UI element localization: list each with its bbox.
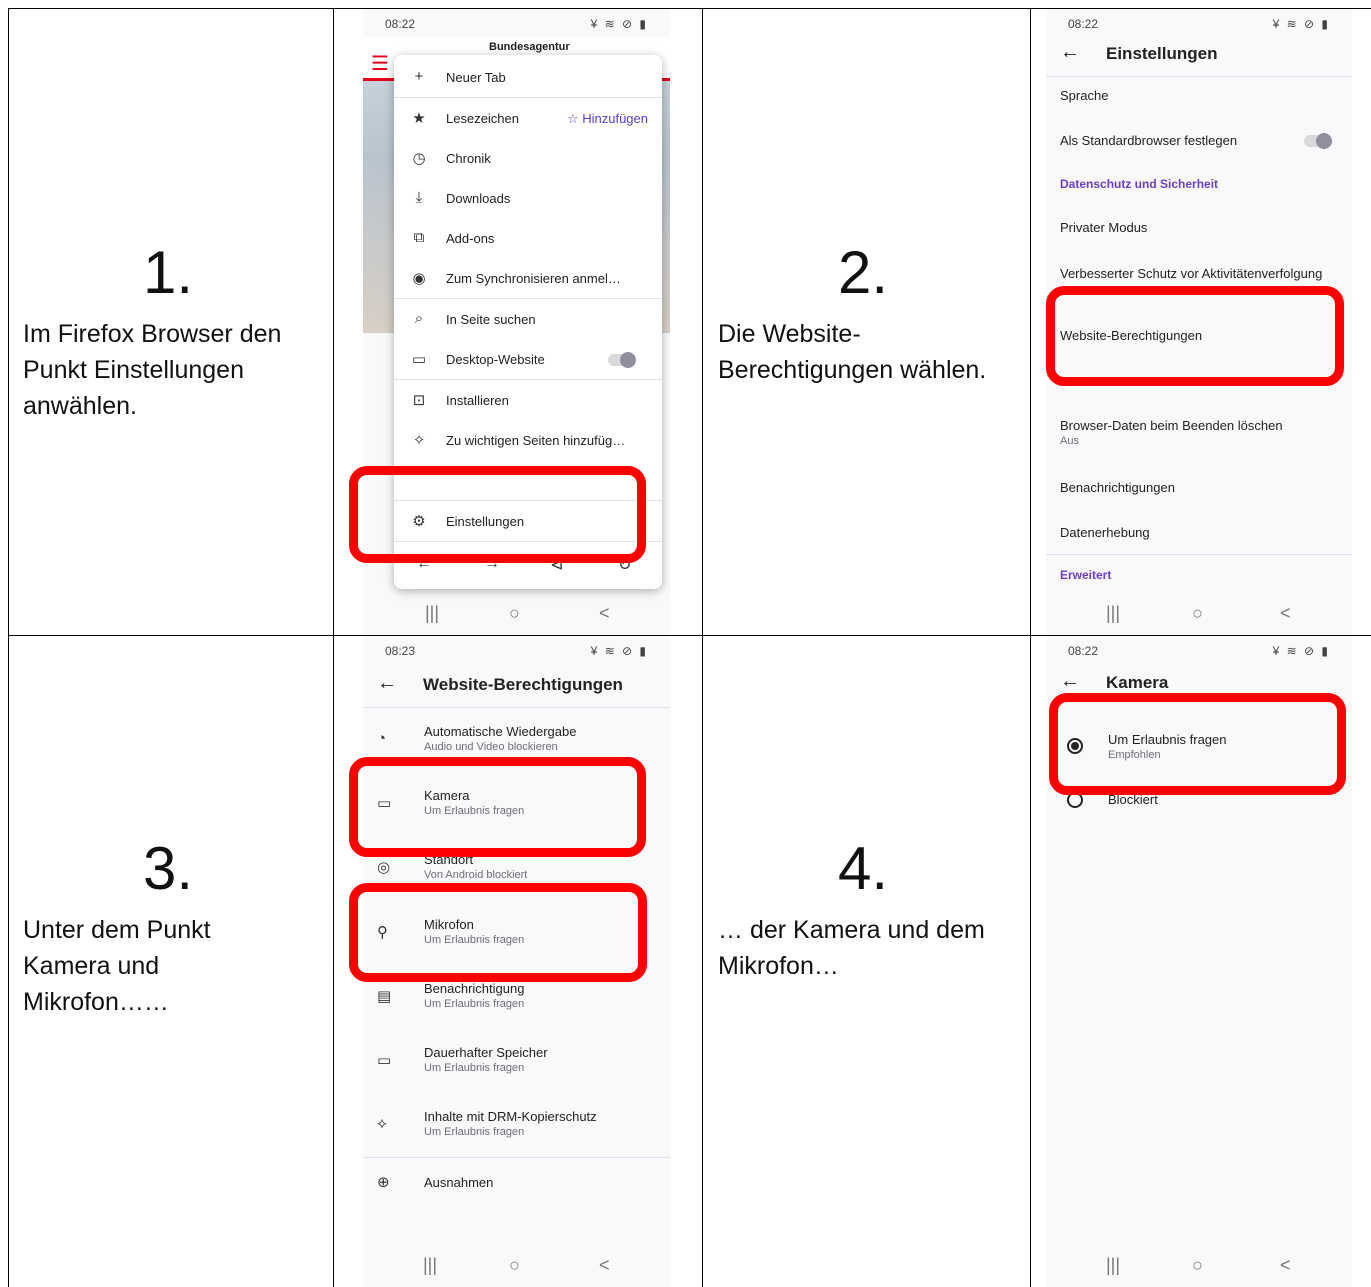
globe-icon: ⊕ [377, 1174, 390, 1191]
table-divider-2 [702, 8, 703, 1287]
pin-icon: ✧ [412, 432, 426, 449]
menu-item-bookmarks[interactable]: ★ Lesezeichen ☆ Hinzufügen [394, 98, 662, 138]
nav-back-button[interactable]: < [1280, 1255, 1291, 1276]
site-title: Bundesagentur [489, 41, 570, 53]
notification-icon: ▤ [377, 988, 392, 1005]
menu-item-add-to-top-sites[interactable]: ✧ Zu wichtigen Seiten hinzufüg… [394, 420, 662, 460]
settings-notifications[interactable]: Benachrichtigungen [1060, 480, 1342, 495]
menu-item-sync[interactable]: ◉ Zum Synchronisieren anmel… [394, 258, 662, 298]
step-4-text: … der Kamera und dem Mikrofon… [718, 916, 985, 980]
highlight-settings [349, 466, 646, 563]
menu-item-history[interactable]: ◷ Chronik [394, 138, 662, 178]
divider [363, 1157, 670, 1158]
highlight-camera [349, 757, 646, 857]
step-1-text: Im Firefox Browser den Punkt Einstellung… [23, 320, 282, 420]
page-title: Kamera [1106, 673, 1169, 692]
menu-item-desktop-site[interactable]: ▭ Desktop-Website [394, 339, 662, 379]
default-browser-toggle[interactable] [1304, 133, 1332, 149]
step-3-number: 3. [143, 835, 194, 902]
desktop-site-toggle[interactable] [608, 352, 636, 368]
permission-row-drm[interactable]: ⟡ Inhalte mit DRM-Kopierschutz Um Erlaubn… [363, 1109, 670, 1149]
menu-item-new-tab[interactable]: + Neuer Tab [394, 57, 662, 97]
android-navigation-bar: ||| ○ < [1046, 1247, 1352, 1287]
home-button[interactable]: ○ [509, 1255, 520, 1276]
menu-item-find-in-page[interactable]: ⌕ In Seite suchen [394, 299, 662, 339]
status-time: 08:23 [385, 644, 416, 658]
puzzle-icon: ⧉ [413, 229, 425, 246]
highlight-site-permissions [1046, 286, 1344, 386]
section-privacy: Datenschutz und Sicherheit [1060, 177, 1219, 191]
permission-row-exceptions[interactable]: ⊕ Ausnahmen [363, 1173, 670, 1203]
step-2-number: 2. [838, 239, 889, 306]
add-bookmark-button[interactable]: ☆ Hinzufügen [567, 111, 648, 127]
settings-data-collection[interactable]: Datenerhebung [1060, 525, 1342, 540]
star-icon: ★ [412, 110, 426, 127]
step-1-number: 1. [143, 239, 194, 306]
menu-item-addons[interactable]: ⧉ Add-ons [394, 218, 662, 258]
settings-delete-data-on-quit[interactable]: Browser-Daten beim Beenden löschen Aus [1060, 418, 1342, 447]
account-icon: ◉ [412, 270, 426, 287]
back-arrow-icon[interactable]: ← [1060, 41, 1080, 64]
plus-icon: + [414, 68, 424, 85]
page-title: Einstellungen [1106, 44, 1218, 63]
nav-back-button[interactable]: < [599, 603, 610, 624]
drm-icon: ⟡ [377, 1115, 387, 1132]
nav-back-button[interactable]: < [1280, 603, 1291, 624]
hamburger-icon[interactable]: ☰ [371, 51, 389, 76]
desktop-icon: ▭ [411, 351, 427, 368]
android-navigation-bar: ||| ○ < [363, 1247, 670, 1287]
back-arrow-icon[interactable]: ← [1060, 670, 1080, 693]
highlight-microphone [349, 883, 647, 982]
page-title: Website-Berechtigungen [423, 675, 623, 694]
clock-icon: ◷ [412, 150, 426, 167]
recent-apps-button[interactable]: ||| [423, 1255, 437, 1276]
android-navigation-bar: ||| ○ < [363, 595, 670, 635]
table-border-left [8, 8, 9, 1287]
step-2-text: Die Website-Berechtigungen wählen. [718, 320, 987, 384]
android-navigation-bar: ||| ○ < [1046, 595, 1352, 635]
highlight-ask-permission [1049, 693, 1346, 795]
section-advanced: Erweitert [1060, 568, 1112, 582]
recent-apps-button[interactable]: ||| [1106, 603, 1120, 624]
menu-item-downloads[interactable]: ⤓ Downloads [394, 178, 662, 218]
status-icons: ¥ ≋ ⊘ ▮ [590, 17, 648, 31]
status-bar: 08:22 ¥ ≋ ⊘ ▮ [363, 9, 670, 37]
divider [1046, 554, 1352, 555]
permission-row-storage[interactable]: ▭ Dauerhafter Speicher Um Erlaubnis frage… [363, 1045, 670, 1085]
home-button[interactable]: ○ [509, 603, 520, 624]
step-3-text: Unter dem Punkt Kamera und Mikrofon…… [23, 916, 211, 1016]
menu-item-install[interactable]: ⊡ Installieren [394, 380, 662, 420]
table-divider-1 [333, 8, 334, 1287]
recent-apps-button[interactable]: ||| [425, 603, 439, 624]
status-time: 08:22 [1068, 644, 1099, 658]
permissions-appbar: ← Website-Berechtigungen [363, 660, 670, 708]
settings-tracking-protection[interactable]: Verbesserter Schutz vor Aktivitätenverfo… [1060, 266, 1352, 281]
back-arrow-icon[interactable]: ← [377, 672, 397, 695]
search-icon: ⌕ [414, 310, 424, 327]
nav-back-button[interactable]: < [599, 1255, 610, 1276]
settings-appbar: ← Einstellungen [1046, 29, 1352, 77]
status-icons: ¥ ≋ ⊘ ▮ [1272, 644, 1330, 658]
home-button[interactable]: ○ [1192, 1255, 1203, 1276]
location-icon: ◎ [377, 859, 391, 876]
status-time: 08:22 [385, 17, 416, 31]
step-4-number: 4. [838, 835, 889, 902]
download-icon: ⤓ [415, 189, 423, 206]
home-button[interactable]: ○ [1192, 603, 1203, 624]
recent-apps-button[interactable]: ||| [1106, 1255, 1120, 1276]
settings-private-mode[interactable]: Privater Modus [1060, 220, 1342, 235]
status-icons: ¥ ≋ ⊘ ▮ [590, 644, 648, 658]
storage-icon: ▭ [377, 1052, 392, 1069]
settings-default-browser[interactable]: Als Standardbrowser festlegen [1060, 133, 1342, 149]
permission-row-notification[interactable]: ▤ Benachrichtigung Um Erlaubnis fragen [363, 981, 670, 1021]
settings-language[interactable]: Sprache [1060, 88, 1342, 103]
autoplay-icon: ◔ [377, 730, 387, 747]
table-divider-3 [1030, 8, 1031, 1287]
install-icon: ⊡ [412, 392, 426, 409]
